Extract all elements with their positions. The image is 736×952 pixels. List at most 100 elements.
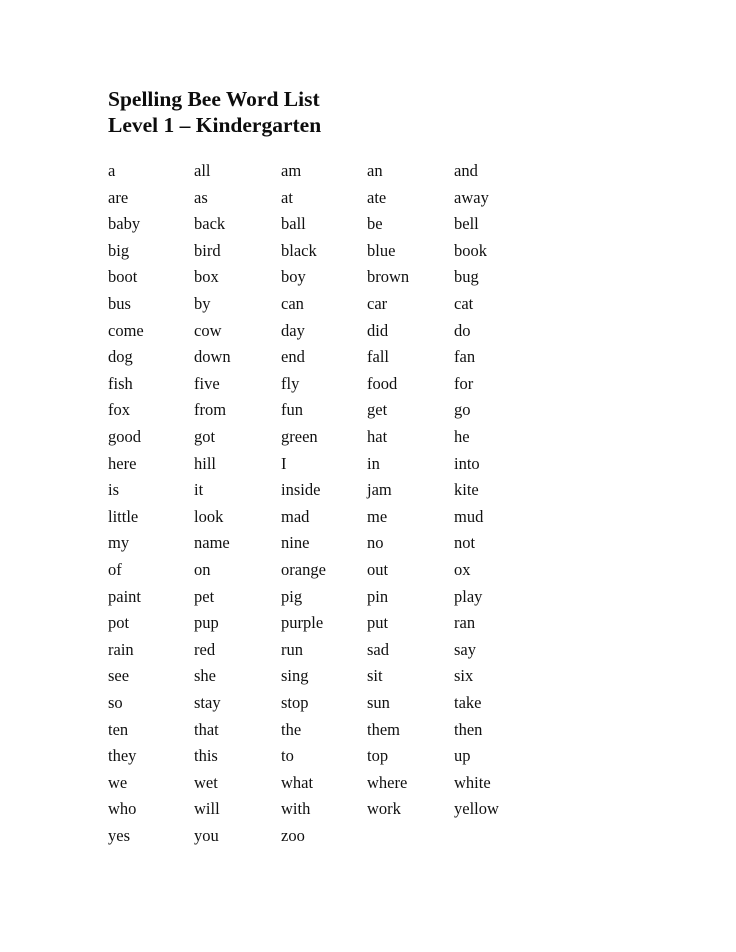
word-item: where <box>367 772 408 792</box>
word-item: here <box>108 453 137 473</box>
word-row: pot pup purple put ran <box>108 612 608 639</box>
word-item: pot <box>108 613 130 633</box>
word-item: hill <box>194 453 217 473</box>
word-item: rain <box>108 639 134 659</box>
word-item: all <box>194 161 211 180</box>
word-item: come <box>108 320 144 340</box>
word-item: paint <box>108 586 141 606</box>
word-item: run <box>281 639 303 659</box>
word-item: car <box>367 294 388 313</box>
word-item: mad <box>281 506 310 526</box>
word-item: with <box>281 799 311 819</box>
word-item: sit <box>367 666 383 686</box>
word-item: them <box>367 719 400 739</box>
word-item: she <box>194 666 216 686</box>
word-row: see she sing sit six <box>108 665 608 692</box>
word-item: mud <box>454 506 484 526</box>
word-item: top <box>367 746 389 766</box>
word-item: out <box>367 560 389 579</box>
word-item: you <box>194 826 219 845</box>
word-item: ate <box>367 187 387 207</box>
word-item: by <box>194 294 211 313</box>
word-item: green <box>281 427 318 446</box>
word-item: of <box>108 560 122 579</box>
word-item: bell <box>454 214 479 234</box>
word-item: sad <box>367 639 389 659</box>
word-item: no <box>367 533 384 553</box>
word-item: I <box>281 453 287 473</box>
page-title: Spelling Bee Word List Level 1 – Kinderg… <box>108 86 321 138</box>
word-item: sing <box>281 666 309 686</box>
word-item: the <box>281 719 302 739</box>
word-item: pin <box>367 586 389 606</box>
word-item: day <box>281 320 305 340</box>
word-item: cat <box>454 294 474 313</box>
word-item: get <box>367 400 388 420</box>
word-item: inside <box>281 480 321 500</box>
word-row: they this to top up <box>108 745 608 772</box>
word-item: are <box>108 187 129 207</box>
word-item: as <box>194 187 208 207</box>
word-item: red <box>194 639 216 659</box>
word-item: baby <box>108 214 141 234</box>
word-item: a <box>108 161 116 180</box>
word-item: away <box>454 187 489 207</box>
word-row: is it inside jam kite <box>108 479 608 506</box>
word-item: five <box>194 373 220 393</box>
word-item: hat <box>367 427 388 446</box>
word-item: to <box>281 746 294 766</box>
word-row: bus by can car cat <box>108 293 608 320</box>
word-item: orange <box>281 560 326 579</box>
word-item: yes <box>108 826 130 845</box>
word-item: brown <box>367 267 410 287</box>
word-item: white <box>454 772 491 792</box>
word-item: name <box>194 533 230 553</box>
word-item: and <box>454 161 478 180</box>
word-item: what <box>281 772 314 792</box>
word-item: ox <box>454 560 471 579</box>
word-item: up <box>454 746 471 766</box>
word-row: ten that the them then <box>108 719 608 746</box>
word-item: take <box>454 693 482 712</box>
word-item: in <box>367 453 380 473</box>
word-item: from <box>194 400 227 420</box>
word-row: my name nine no not <box>108 532 608 559</box>
word-item: that <box>194 719 219 739</box>
word-item: black <box>281 240 317 260</box>
word-item: yellow <box>454 799 499 819</box>
word-item: boy <box>281 267 306 287</box>
word-item: will <box>194 799 220 819</box>
word-item: good <box>108 427 141 446</box>
title-line-1: Spelling Bee Word List <box>108 87 320 111</box>
word-item: did <box>367 320 389 340</box>
word-item: boot <box>108 267 138 287</box>
word-item: sun <box>367 693 390 712</box>
word-row: dog down end fall fan <box>108 346 608 373</box>
word-item: fall <box>367 347 389 367</box>
word-row: yes you zoo <box>108 825 608 852</box>
word-item: do <box>454 320 471 340</box>
word-item: six <box>454 666 474 686</box>
word-item: dog <box>108 347 133 367</box>
word-row: of on orange out ox <box>108 559 608 586</box>
word-item: say <box>454 639 476 659</box>
word-item: zoo <box>281 826 305 845</box>
word-item: nine <box>281 533 310 553</box>
word-item: wet <box>194 772 218 792</box>
word-item: fan <box>454 347 476 367</box>
word-row: so stay stop sun take <box>108 692 608 719</box>
word-row: here hill Iin into <box>108 453 608 480</box>
word-item: bus <box>108 294 131 313</box>
word-row: boot box boy brown bug <box>108 266 608 293</box>
word-item: go <box>454 400 471 420</box>
word-item: work <box>367 799 401 819</box>
word-row: big bird black blue book <box>108 240 608 267</box>
word-item: box <box>194 267 219 287</box>
word-item: they <box>108 746 137 766</box>
word-item: cow <box>194 320 222 340</box>
word-row: fox from fun get go <box>108 399 608 426</box>
word-row: baby back ball be bell <box>108 213 608 240</box>
word-item: little <box>108 506 139 526</box>
word-item: my <box>108 533 130 553</box>
word-item: pig <box>281 586 303 606</box>
